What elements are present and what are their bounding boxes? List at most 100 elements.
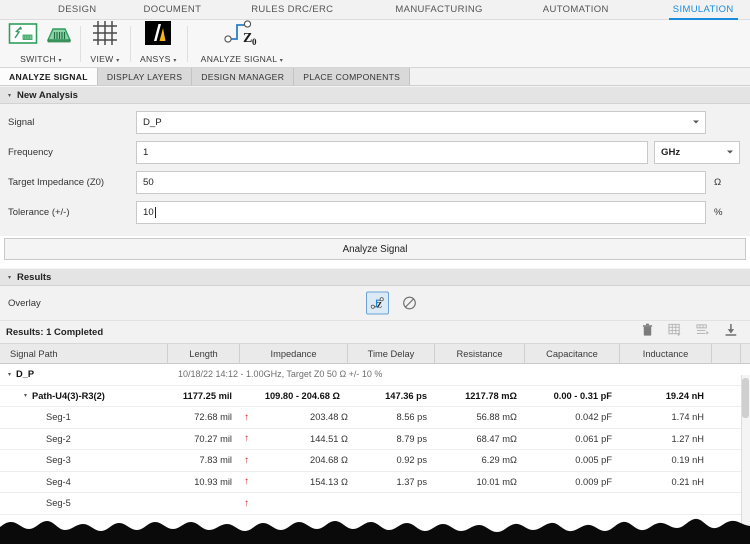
- nav-tab-simulation[interactable]: SIMULATION: [667, 0, 740, 20]
- cell-resistance: 56.88 mΩ: [435, 407, 525, 428]
- sub-tab-analyze-signal[interactable]: ANALYZE SIGNAL: [0, 68, 98, 85]
- export-icon[interactable]: [724, 323, 738, 342]
- cell-value: 6.29 mΩ: [481, 455, 517, 466]
- results-section-header[interactable]: ▾ Results: [0, 268, 750, 286]
- row-expander-icon[interactable]: ▾: [8, 371, 11, 378]
- column-header-resistance[interactable]: Resistance: [435, 344, 525, 364]
- grid-icon[interactable]: [90, 19, 120, 52]
- sub-tab-filler: [410, 68, 750, 85]
- nav-tab-manufacturing[interactable]: MANUFACTURING: [389, 0, 488, 20]
- unit-value: GHz: [661, 146, 681, 158]
- cell-inductance: 0.21 nH: [620, 472, 712, 493]
- overlay-impedance-icon[interactable]: Z: [366, 291, 389, 315]
- analyze-signal-button[interactable]: Analyze Signal: [4, 238, 746, 260]
- schematic-switch-icon[interactable]: [8, 21, 38, 52]
- cell-capacitance: 0.00 - 0.31 pF: [525, 386, 620, 407]
- chevron-down-icon[interactable]: [693, 120, 699, 124]
- cell-capacitance: 0.005 pF: [525, 450, 620, 471]
- row-label: Seg-4: [46, 476, 71, 487]
- column-header-inductance[interactable]: Inductance: [620, 344, 712, 364]
- field-input-target-impedance-z0[interactable]: 50: [136, 170, 706, 194]
- column-header-signal-path[interactable]: Signal Path: [0, 344, 168, 364]
- nav-tab-document[interactable]: DOCUMENT: [138, 0, 208, 20]
- delete-icon[interactable]: [641, 323, 654, 342]
- cell-value: 72.68 mil: [194, 412, 232, 423]
- expand-table-icon[interactable]: [696, 323, 710, 342]
- field-select-signal[interactable]: D_P: [136, 110, 706, 134]
- chevron-down-icon[interactable]: ▾: [116, 58, 119, 64]
- table-row[interactable]: Seg-2 70.27 mil ↑ 144.51 Ω 8.79 ps 68.47 mΩ 0.…: [0, 428, 750, 450]
- column-header-time-delay[interactable]: Time Delay: [348, 344, 435, 364]
- ribbon-toolbar: SWITCH ▾ VIEW ▾ ANSYS ▾ Z 0 ANALYZE SIGN…: [0, 20, 750, 68]
- chevron-down-icon[interactable]: ▾: [280, 58, 283, 64]
- sub-tab-design-manager[interactable]: DESIGN MANAGER: [192, 68, 295, 85]
- cell-time-delay: 1.37 ps: [348, 472, 435, 493]
- field-input-frequency[interactable]: 1: [136, 140, 648, 164]
- ribbon-group-view[interactable]: VIEW ▾: [80, 19, 130, 68]
- application-window: DESIGN DOCUMENT RULES DRC/ERC MANUFACTURING…: [0, 0, 750, 544]
- table-body: ▾ D_P 10/18/22 14:12 - 1.00GHz, Target Z0 …: [0, 364, 750, 515]
- column-header-impedance[interactable]: Impedance: [240, 344, 348, 364]
- ribbon-group-analyze-signal[interactable]: Z 0 ANALYZE SIGNAL ▾: [186, 20, 297, 68]
- cell-impedance: ↑ 204.68 Ω: [240, 450, 348, 471]
- table-row[interactable]: Seg-4 10.93 mil ↑ 154.13 Ω 1.37 ps 10.01 mΩ 0.…: [0, 471, 750, 493]
- impedance-z0-icon[interactable]: Z 0: [219, 17, 265, 52]
- cell-impedance: 109.80 - 204.68 Ω: [240, 386, 348, 407]
- results-status-bar: Results: 1 Completed: [0, 320, 750, 344]
- form-row-signal: Signal D_P: [0, 110, 750, 134]
- ribbon-group-switch-label: SWITCH: [20, 54, 56, 64]
- sub-tab-display-layers[interactable]: DISPLAY LAYERS: [97, 68, 193, 85]
- vertical-scrollbar-thumb[interactable]: [742, 378, 749, 418]
- cell-time-delay: 8.79 ps: [348, 429, 435, 450]
- table-row[interactable]: ▾ D_P 10/18/22 14:12 - 1.00GHz, Target Z0 …: [0, 364, 750, 386]
- collapse-triangle-icon[interactable]: ▾: [8, 92, 11, 99]
- collapse-table-icon[interactable]: [668, 323, 682, 342]
- row-label: Seg-1: [46, 412, 71, 423]
- field-input-tolerance[interactable]: 10: [136, 200, 706, 224]
- collapse-triangle-icon[interactable]: ▾: [8, 274, 11, 281]
- cell-length: 10.93 mil: [168, 472, 240, 493]
- field-value: 50: [143, 176, 154, 188]
- cell-value: 0.19 nH: [671, 455, 704, 466]
- pcb-board-icon[interactable]: [44, 21, 74, 52]
- unit-select-frequency[interactable]: GHz: [654, 140, 740, 164]
- cell-resistance: 1217.78 mΩ: [435, 386, 525, 407]
- cell-time-delay: 147.36 ps: [348, 386, 435, 407]
- row-expander-icon[interactable]: ▾: [24, 392, 27, 399]
- cell-resistance: [435, 493, 525, 514]
- field-label: Target Impedance (Z0): [8, 176, 105, 188]
- cell-capacitance: 0.042 pF: [525, 407, 620, 428]
- cell-impedance: ↑ 203.48 Ω: [240, 407, 348, 428]
- column-header-capacitance[interactable]: Capacitance: [525, 344, 620, 364]
- nav-tab-design[interactable]: DESIGN: [52, 0, 103, 20]
- cell-value: 1.27 nH: [671, 433, 704, 444]
- sub-tab-place-components[interactable]: PLACE COMPONENTS: [294, 68, 411, 85]
- new-analysis-section-header[interactable]: ▾ New Analysis: [0, 86, 750, 104]
- overlay-none-icon[interactable]: [398, 292, 421, 315]
- cell-value: 10.93 mil: [194, 476, 232, 487]
- cell-value: 0.00 - 0.31 pF: [553, 390, 612, 401]
- new-analysis-form: Signal D_P Frequency 1 GHz Target Impedance (…: [0, 104, 750, 236]
- table-row[interactable]: Seg-3 7.83 mil ↑ 204.68 Ω 0.92 ps 6.29 mΩ 0.00…: [0, 450, 750, 472]
- ribbon-group-switch[interactable]: SWITCH ▾: [0, 22, 80, 68]
- results-status-text: Results: 1 Completed: [6, 326, 104, 338]
- nav-tab-automation[interactable]: AUTOMATION: [537, 0, 615, 20]
- table-row[interactable]: Seg-5 ↑: [0, 493, 750, 515]
- unit-label: Ω: [714, 176, 722, 188]
- signal-path-cell: ▾ D_P: [0, 364, 168, 385]
- chevron-down-icon[interactable]: ▾: [59, 58, 62, 64]
- cell-inductance: [620, 493, 712, 514]
- table-row[interactable]: Seg-1 72.68 mil ↑ 203.48 Ω 8.56 ps 56.88 mΩ 0.…: [0, 407, 750, 429]
- ribbon-group-ansys[interactable]: ANSYS ▾: [130, 19, 187, 68]
- main-navigation-bar: DESIGN DOCUMENT RULES DRC/ERC MANUFACTURING…: [0, 0, 750, 20]
- unit-label: %: [714, 206, 723, 218]
- chevron-down-icon[interactable]: ▾: [173, 58, 176, 64]
- column-header-length[interactable]: Length: [168, 344, 240, 364]
- cell-resistance: 6.29 mΩ: [435, 450, 525, 471]
- ansys-logo-icon[interactable]: [143, 19, 173, 52]
- chevron-down-icon[interactable]: [727, 150, 733, 154]
- column-header-spacer[interactable]: [712, 344, 741, 364]
- table-row[interactable]: ▾ Path-U4(3)-R3(2) 1177.25 mil 109.80 - 204…: [0, 385, 750, 407]
- form-row-frequency: Frequency 1 GHz: [0, 140, 750, 164]
- cell-value: 19.24 nH: [665, 390, 704, 401]
